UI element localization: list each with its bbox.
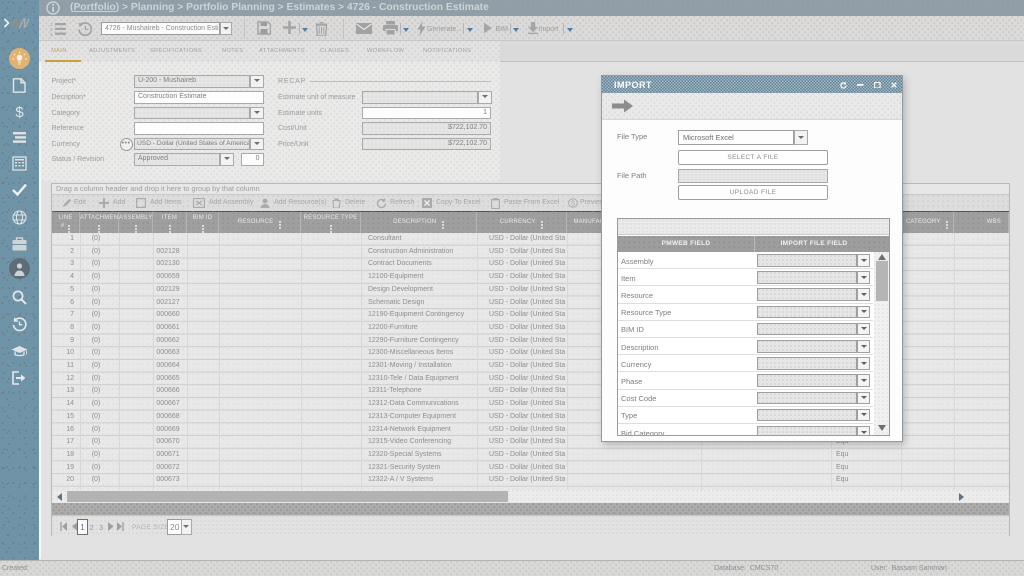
svg-text:S: S (571, 200, 576, 207)
svg-text:$: $ (15, 104, 24, 119)
svg-text:3: 3 (50, 32, 53, 36)
